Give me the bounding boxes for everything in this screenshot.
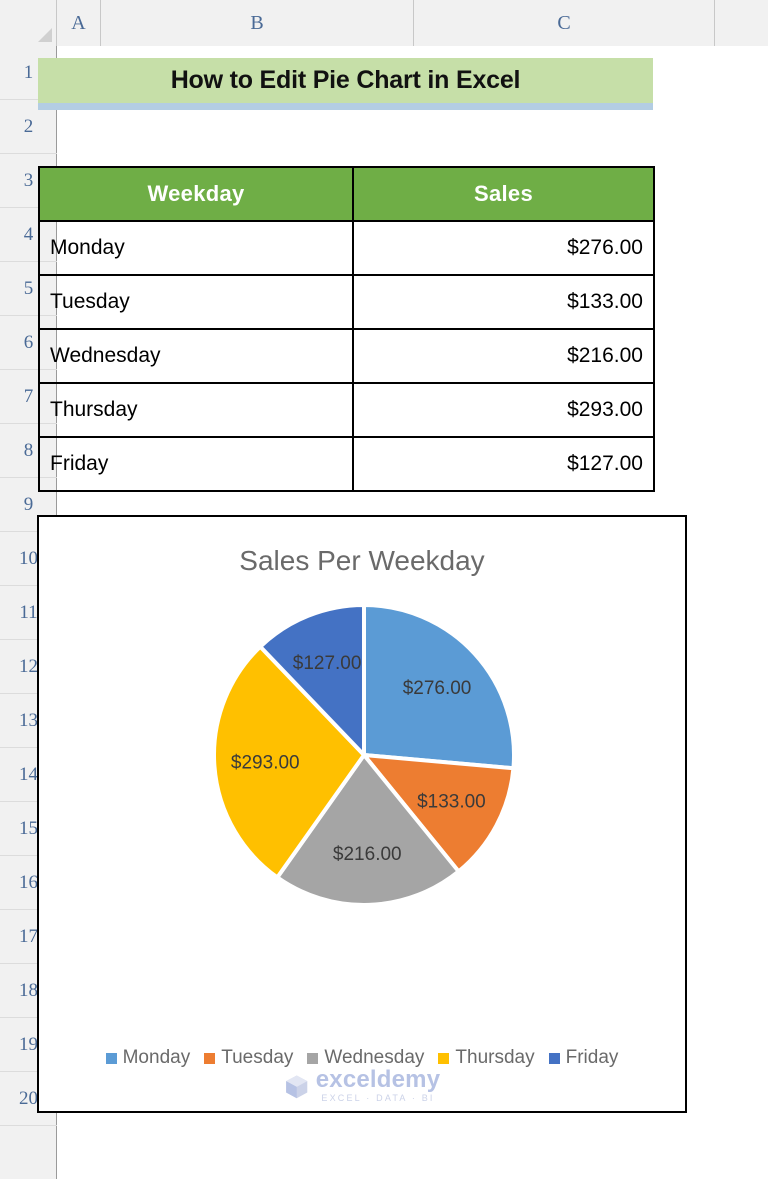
legend-swatch-icon xyxy=(438,1052,450,1064)
legend-label: Friday xyxy=(565,1047,619,1068)
column-header-strip: A B C xyxy=(0,0,768,46)
legend-swatch-icon xyxy=(548,1052,560,1064)
cell-weekday[interactable]: Wednesday xyxy=(38,328,354,384)
chart-title: Sales Per Weekday xyxy=(239,545,485,576)
table-header-row: Weekday Sales xyxy=(38,166,655,222)
legend-swatch-icon xyxy=(204,1052,216,1064)
legend-swatch-icon xyxy=(307,1052,319,1064)
legend-item-friday[interactable]: Friday xyxy=(548,1047,619,1069)
watermark-text-block: exceldemy EXCEL · DATA · BI xyxy=(316,1068,441,1103)
legend-label: Monday xyxy=(122,1047,191,1068)
table-row: Tuesday $133.00 xyxy=(38,274,655,330)
column-header-a[interactable]: A xyxy=(57,0,101,46)
pie-svg: $276.00 $133.00 $216.00 $293.00 $127.00 xyxy=(212,602,516,907)
legend-item-thursday[interactable]: Thursday xyxy=(438,1047,535,1069)
legend-label: Tuesday xyxy=(221,1047,294,1068)
column-header-c[interactable]: C xyxy=(414,0,715,46)
cell-sales[interactable]: $216.00 xyxy=(352,328,655,384)
legend-label: Thursday xyxy=(455,1047,535,1068)
pie-data-label-monday: $276.00 xyxy=(403,678,472,699)
pie-data-label-wednesday: $216.00 xyxy=(333,844,402,865)
excel-worksheet: A B C 1 2 3 4 5 6 7 8 9 10 11 12 13 14 15 16 17 18 19 20 Ho… xyxy=(0,0,768,1179)
sheet-title-banner: How to Edit Pie Chart in Excel xyxy=(38,58,653,110)
watermark-name: exceldemy xyxy=(315,1066,441,1093)
column-header-b[interactable]: B xyxy=(101,0,414,46)
page-title: How to Edit Pie Chart in Excel xyxy=(170,66,521,94)
pie-data-label-tuesday: $133.00 xyxy=(417,791,486,812)
sales-data-table: Weekday Sales Monday $276.00 Tuesday $133.0… xyxy=(38,166,655,492)
table-row: Monday $276.00 xyxy=(38,220,655,276)
pie-data-label-friday: $127.00 xyxy=(293,653,362,674)
legend-item-tuesday[interactable]: Tuesday xyxy=(204,1047,293,1069)
cell-sales[interactable]: $127.00 xyxy=(352,436,655,492)
select-all-corner[interactable] xyxy=(0,0,57,46)
cell-sales[interactable]: $276.00 xyxy=(352,220,655,276)
table-row: Friday $127.00 xyxy=(38,436,655,492)
table-row: Thursday $293.00 xyxy=(38,382,655,438)
cell-weekday[interactable]: Friday xyxy=(38,436,354,492)
cell-weekday[interactable]: Monday xyxy=(38,220,354,276)
pie-chart-object[interactable]: Sales Per Weekday $276.00 $133.00 $216.00 $… xyxy=(37,515,687,1113)
pie-data-label-thursday: $293.00 xyxy=(231,752,300,773)
column-header-d[interactable] xyxy=(715,0,768,46)
watermark-tagline: EXCEL · DATA · BI xyxy=(321,1093,435,1103)
exceldemy-watermark: exceldemy EXCEL · DATA · BI xyxy=(284,1068,441,1103)
cell-weekday[interactable]: Thursday xyxy=(38,382,354,438)
select-all-triangle-icon xyxy=(38,28,52,42)
pie-plot-area: $276.00 $133.00 $216.00 $293.00 $127.00 xyxy=(39,577,685,1017)
table-header-sales: Sales xyxy=(352,166,655,222)
legend-item-monday[interactable]: Monday xyxy=(105,1047,191,1069)
cell-sales[interactable]: $133.00 xyxy=(352,274,655,330)
legend-swatch-icon xyxy=(105,1052,117,1064)
table-header-weekday: Weekday xyxy=(38,166,354,222)
exceldemy-logo-icon xyxy=(286,1074,308,1098)
cell-weekday[interactable]: Tuesday xyxy=(38,274,354,330)
table-row: Wednesday $216.00 xyxy=(38,328,655,384)
cell-sales[interactable]: $293.00 xyxy=(352,382,655,438)
